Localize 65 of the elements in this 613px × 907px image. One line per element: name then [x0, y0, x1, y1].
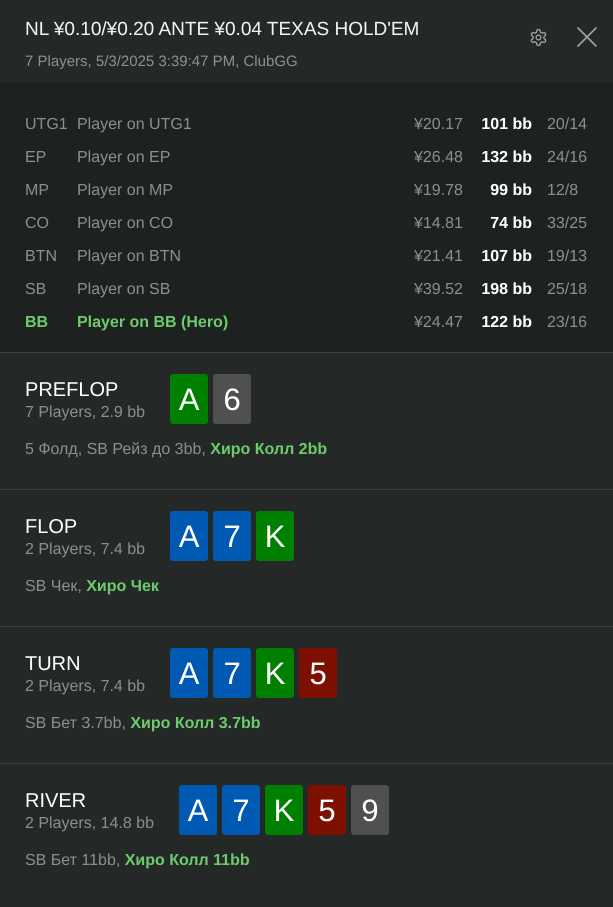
playing-card: A [170, 648, 208, 698]
player-name: Player on BTN [77, 248, 182, 266]
playing-card: 9 [350, 785, 389, 835]
settings-icon[interactable] [529, 28, 548, 46]
playing-card: 5 [308, 785, 346, 835]
action-summary: 5 Фолд, SB Рейз до 3bb, Хиро Колл 2bb [25, 440, 328, 460]
stack-amount: ¥14.81 [414, 214, 463, 232]
position-label: BTN [25, 248, 57, 266]
hand-info: 7 Players, 5/3/2025 3:39:47 PM, ClubGG [25, 52, 299, 72]
playing-card: K [256, 648, 294, 698]
position-label: MP [25, 182, 49, 200]
street-summary: 7 Players, 2.9 bb [25, 403, 146, 423]
hand-title: NL ¥0.10/¥0.20 ANTE ¥0.04 TEXAS HOLD'EM [25, 18, 420, 42]
street-name: TURN [25, 652, 82, 677]
player-name: Player on BB (Hero) [77, 314, 228, 332]
player-stats: 33/25 [547, 214, 588, 232]
stack-amount: ¥19.78 [414, 182, 463, 200]
street-summary: 2 Players, 7.4 bb [25, 677, 146, 697]
player-name: Player on UTG1 [77, 116, 192, 134]
playing-card: K [264, 785, 303, 835]
player-stats: 25/18 [547, 280, 588, 298]
close-icon[interactable] [577, 27, 597, 47]
stack-amount: ¥20.17 [414, 116, 463, 134]
player-stats: 12/8 [547, 182, 578, 200]
player-name: Player on CO [77, 214, 174, 232]
stack-in-bb: 198 bb [481, 280, 532, 298]
stack-in-bb: 101 bb [481, 116, 532, 134]
playing-card: 6 [213, 374, 252, 424]
stack-amount: ¥39.52 [414, 280, 463, 298]
stack-in-bb: 74 bb [490, 214, 532, 232]
street-summary: 2 Players, 14.8 bb [25, 814, 154, 834]
stack-in-bb: 107 bb [481, 248, 532, 266]
playing-card: 7 [222, 785, 260, 835]
playing-card: A [170, 511, 208, 561]
playing-card: A [178, 785, 217, 835]
playing-card: A [170, 374, 208, 424]
action-summary: SB Чек, Хиро Чек [25, 577, 160, 597]
playing-card: 7 [213, 511, 252, 561]
street-name: FLOP [25, 515, 78, 540]
position-label: UTG1 [25, 116, 68, 134]
position-label: EP [25, 148, 46, 166]
street-name: RIVER [25, 789, 88, 814]
stack-in-bb: 132 bb [481, 148, 532, 166]
player-stats: 19/13 [547, 248, 588, 266]
playing-card: K [256, 511, 294, 561]
stack-amount: ¥21.41 [414, 248, 463, 266]
player-stats: 20/14 [547, 116, 588, 134]
player-stats: 24/16 [547, 148, 588, 166]
stack-amount: ¥26.48 [414, 148, 463, 166]
player-name: Player on SB [77, 280, 170, 298]
player-stats: 23/16 [547, 314, 588, 332]
player-name: Player on MP [77, 182, 174, 200]
action-summary: SB Бет 3.7bb, Хиро Колл 3.7bb [25, 714, 262, 734]
stack-in-bb: 99 bb [490, 182, 532, 200]
street-name: PREFLOP [25, 378, 120, 403]
action-summary: SB Бет 11bb, Хиро Колл 11bb [25, 851, 251, 871]
playing-card: 7 [213, 648, 252, 698]
player-name: Player on EP [77, 148, 170, 166]
stack-in-bb: 122 bb [481, 314, 532, 332]
position-label: CO [25, 214, 49, 232]
stack-amount: ¥24.47 [414, 314, 463, 332]
street-summary: 2 Players, 7.4 bb [25, 540, 146, 560]
playing-card: 5 [299, 648, 338, 698]
position-label: BB [25, 314, 48, 332]
position-label: SB [25, 280, 46, 298]
